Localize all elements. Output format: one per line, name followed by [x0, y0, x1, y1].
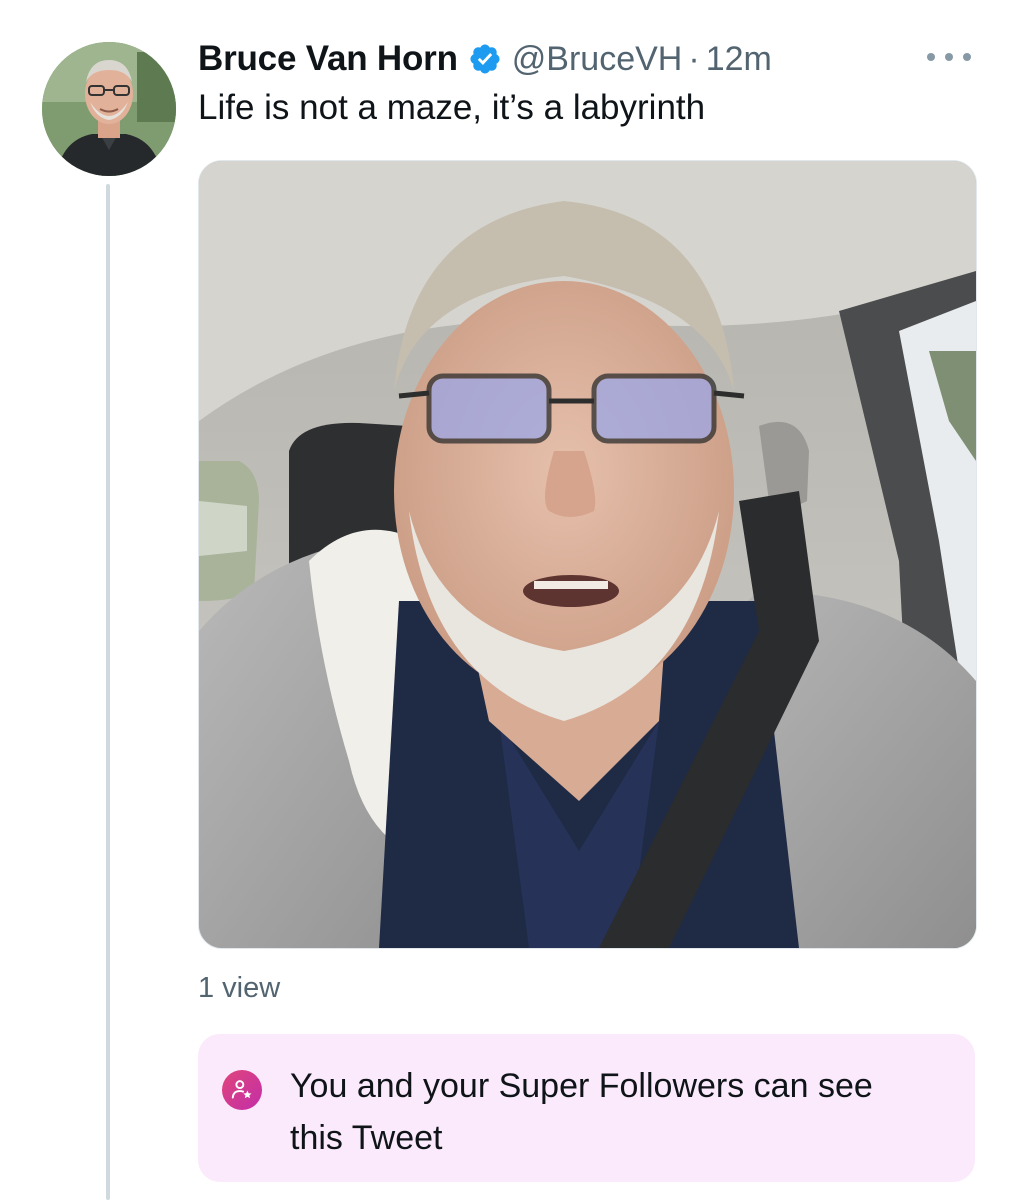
more-dot: [927, 53, 935, 61]
thread-connector-line: [106, 184, 110, 1200]
super-follower-icon: [222, 1070, 262, 1110]
tweet-video[interactable]: [198, 160, 977, 949]
more-dot: [963, 53, 971, 61]
more-dot: [945, 53, 953, 61]
author-handle[interactable]: @BruceVH: [512, 40, 683, 79]
verified-badge-icon: [468, 42, 502, 76]
view-count: 1 view: [198, 972, 281, 1004]
tweet-timestamp[interactable]: 12m: [706, 40, 772, 79]
author-name[interactable]: Bruce Van Horn: [198, 39, 458, 79]
author-avatar[interactable]: [42, 42, 176, 176]
tweet[interactable]: Bruce Van Horn @BruceVH · 12m Life is no…: [0, 0, 1017, 1200]
audience-notice-text: You and your Super Followers can see thi…: [290, 1067, 873, 1157]
more-options-icon[interactable]: [927, 44, 971, 70]
super-follower-audience-notice: You and your Super Followers can see thi…: [198, 1034, 975, 1182]
tweet-header: Bruce Van Horn @BruceVH · 12m: [198, 36, 772, 82]
tweet-text: Life is not a maze, it’s a labyrinth: [198, 88, 706, 127]
separator-dot: ·: [688, 39, 700, 78]
